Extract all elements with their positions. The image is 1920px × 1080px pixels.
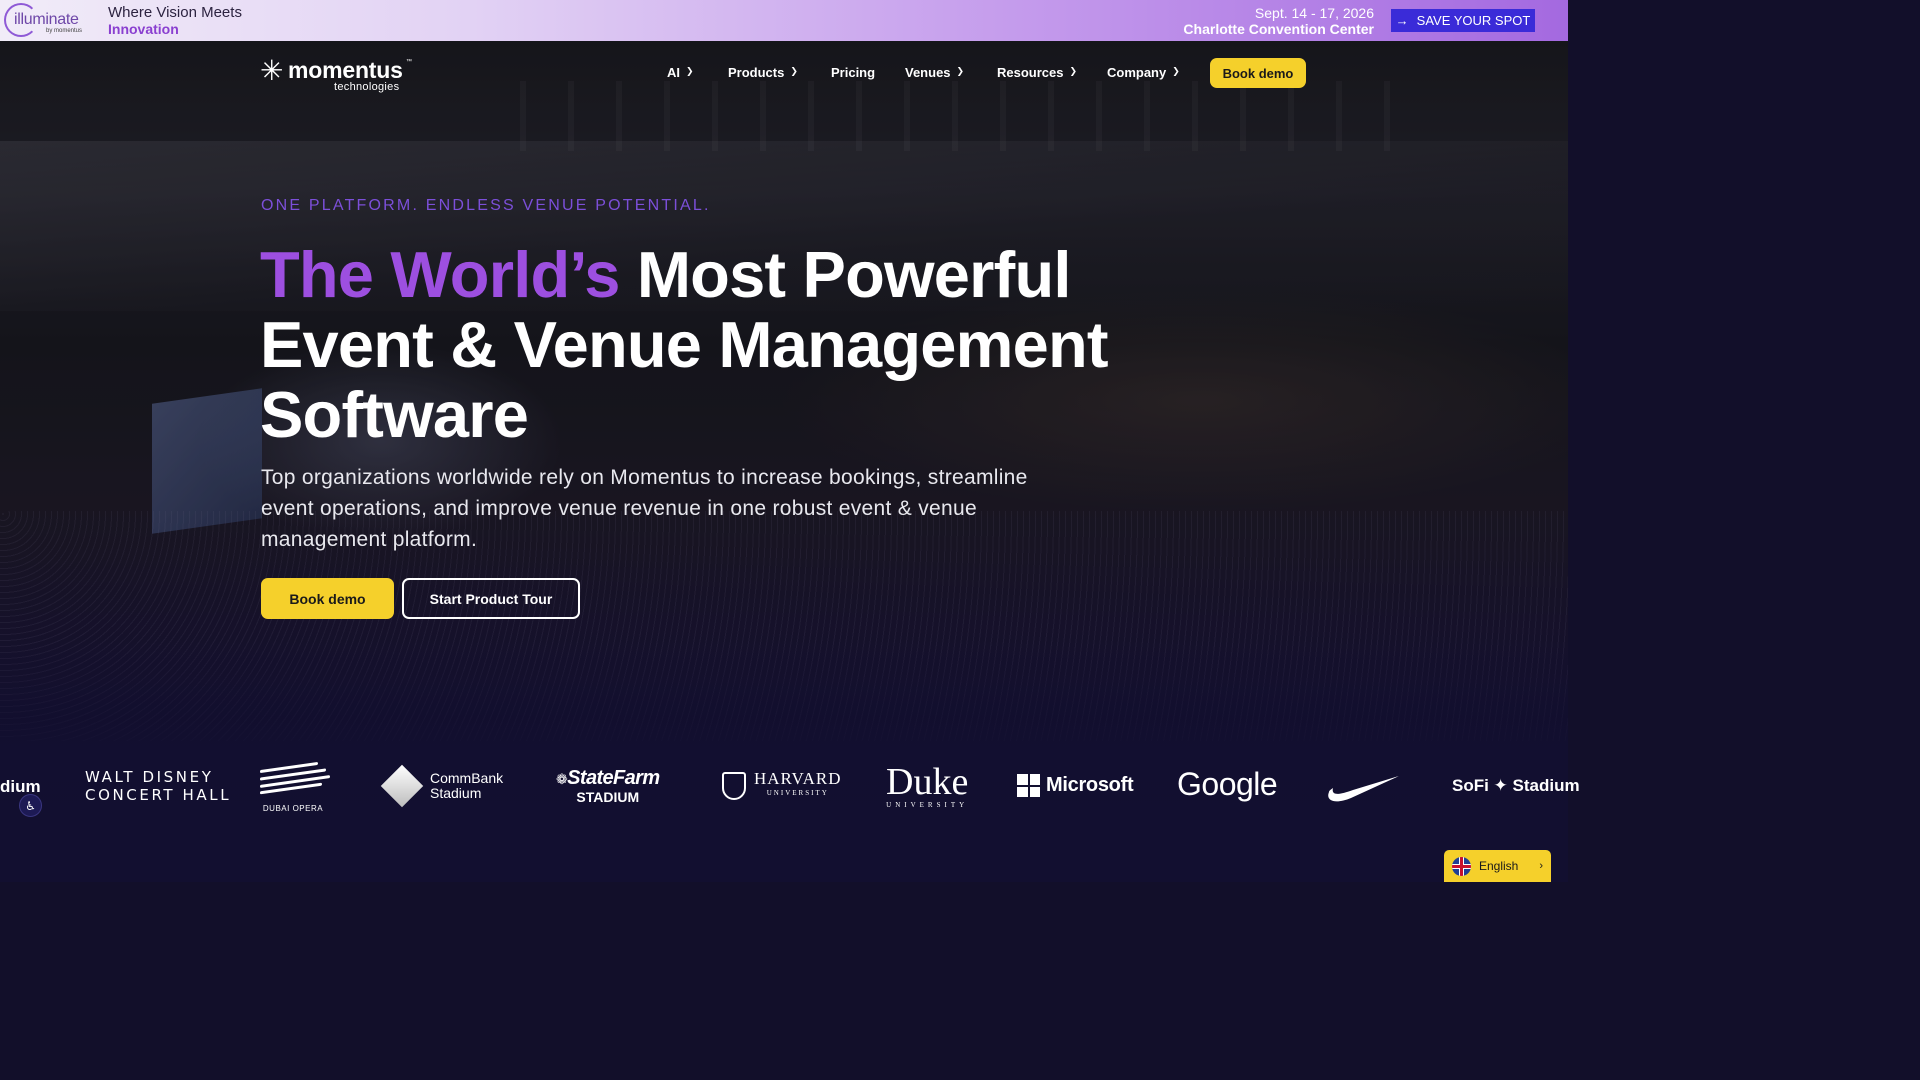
disney-line-2: CONCERT HALL xyxy=(85,786,232,804)
announcement-bar: illuminate by momentus Where Vision Meet… xyxy=(0,0,1568,41)
chevron-down-icon: ❯ xyxy=(1069,66,1078,76)
announcement-tagline: Where Vision Meets Innovation xyxy=(108,4,242,38)
nav-item-label: Company xyxy=(1107,65,1167,80)
client-logo-walt-disney-concert-hall: WALT DISNEY CONCERT HALL xyxy=(85,768,231,804)
chevron-down-icon: ❯ xyxy=(956,66,965,76)
statefarm-line-2: STADIUM xyxy=(576,789,640,805)
nav-item-label: Resources xyxy=(997,65,1064,80)
event-location: Charlotte Convention Center xyxy=(1183,21,1374,37)
nav-item-label: Pricing xyxy=(831,65,876,80)
statefarm-line-1: StateFarm xyxy=(567,767,660,789)
nav-book-demo-button[interactable]: Book demo xyxy=(1210,58,1306,88)
tagline-line-2: Innovation xyxy=(108,21,179,37)
hero-headline: The World’s Most Powerful Event & Venue … xyxy=(260,240,1160,450)
commbank-name: CommBank Stadium xyxy=(430,771,503,801)
dubai-opera-wave-icon xyxy=(254,760,332,796)
nav-item-products[interactable]: Products ❯ xyxy=(728,65,798,80)
client-logo-state-farm-stadium: ❁StateFarm STADIUM xyxy=(556,767,660,805)
disney-line-1: WALT DISNEY xyxy=(85,768,214,786)
nav-item-venues[interactable]: Venues ❯ xyxy=(905,65,964,80)
hero-eyebrow: ONE PLATFORM. ENDLESS VENUE POTENTIAL. xyxy=(261,197,711,214)
chevron-down-icon: ❯ xyxy=(790,66,798,76)
nav-item-ai[interactable]: AI ❯ xyxy=(667,65,694,80)
client-logo-nike xyxy=(1327,770,1401,802)
logo-trademark: ™ xyxy=(406,59,412,65)
nav-item-label: AI xyxy=(667,65,680,80)
momentus-asterisk-icon: ✳ xyxy=(260,55,284,86)
uk-flag-icon xyxy=(1452,856,1471,876)
nav-item-label: Products xyxy=(728,65,785,80)
statefarm-rings-icon: ❁ xyxy=(556,771,568,787)
logo-wordmark: momentus xyxy=(288,57,403,83)
dubai-opera-name: DUBAI OPERA xyxy=(262,804,324,813)
nav-item-label: Venues xyxy=(905,65,951,80)
illuminate-logo-text: illuminate xyxy=(14,11,79,28)
illuminate-logo[interactable]: illuminate by momentus xyxy=(4,3,88,37)
language-selector[interactable]: English › xyxy=(1444,850,1551,882)
arrow-right-icon: → xyxy=(1395,13,1409,28)
accessibility-icon[interactable]: ♿ xyxy=(19,794,42,817)
nike-swoosh-icon xyxy=(1328,776,1399,802)
harvard-name: HARVARD UNIVERSITY xyxy=(754,770,842,801)
commbank-line-2: Stadium xyxy=(430,785,482,801)
client-logo-harvard: HARVARD UNIVERSITY xyxy=(722,770,842,801)
tagline-line-1: Where Vision Meets xyxy=(108,4,242,21)
duke-wordmark: Duke xyxy=(886,761,969,803)
nav-item-resources[interactable]: Resources ❯ xyxy=(997,65,1077,80)
nav-item-pricing[interactable]: Pricing xyxy=(831,65,875,80)
chevron-down-icon: ❯ xyxy=(686,66,694,76)
start-product-tour-button[interactable]: Start Product Tour xyxy=(402,578,580,619)
client-logo-commbank-stadium: CommBank Stadium xyxy=(380,764,503,808)
microsoft-wordmark: Microsoft xyxy=(1046,774,1134,796)
language-label: English xyxy=(1479,859,1519,873)
client-logo-microsoft: Microsoft xyxy=(1017,774,1134,797)
chevron-right-icon: › xyxy=(1539,860,1543,872)
client-logo-sofi-stadium: SoFi ✦ Stadium xyxy=(1452,776,1580,795)
commbank-line-1: CommBank xyxy=(430,770,504,786)
main-nav: ✳ momentus ™ technologies AI ❯ Products … xyxy=(0,41,1568,105)
hero-bottom-fade xyxy=(0,641,1568,882)
save-your-spot-button[interactable]: → SAVE YOUR SPOT xyxy=(1391,9,1535,32)
client-logo-dubai-opera: DUBAI OPERA xyxy=(254,760,332,813)
hero-subcopy: Top organizations worldwide rely on Mome… xyxy=(261,466,1028,551)
nav-item-company[interactable]: Company ❯ xyxy=(1107,65,1180,80)
duke-subtitle: UNIVERSITY xyxy=(886,801,969,809)
illuminate-logo-sub: by momentus xyxy=(46,28,83,34)
event-info: Sept. 14 - 17, 2026 Charlotte Convention… xyxy=(1183,5,1374,37)
statefarm-wordmark: ❁StateFarm xyxy=(556,767,660,790)
client-logo-google: Google xyxy=(1177,766,1278,802)
headline-highlight: The World’s xyxy=(260,238,620,311)
logo-subtitle: technologies xyxy=(334,81,400,93)
save-your-spot-label: SAVE YOUR SPOT xyxy=(1416,13,1531,28)
harvard-shield-icon xyxy=(722,772,746,800)
momentus-logo[interactable]: ✳ momentus ™ technologies xyxy=(260,55,420,94)
commbank-diamond-icon xyxy=(380,764,424,808)
event-dates: Sept. 14 - 17, 2026 xyxy=(1254,5,1374,21)
client-logo-duke: Duke UNIVERSITY xyxy=(886,763,968,809)
harvard-line-2: UNIVERSITY xyxy=(766,789,829,797)
chevron-down-icon: ❯ xyxy=(1172,66,1180,76)
microsoft-windows-icon xyxy=(1017,774,1040,797)
book-demo-button[interactable]: Book demo xyxy=(261,578,394,619)
